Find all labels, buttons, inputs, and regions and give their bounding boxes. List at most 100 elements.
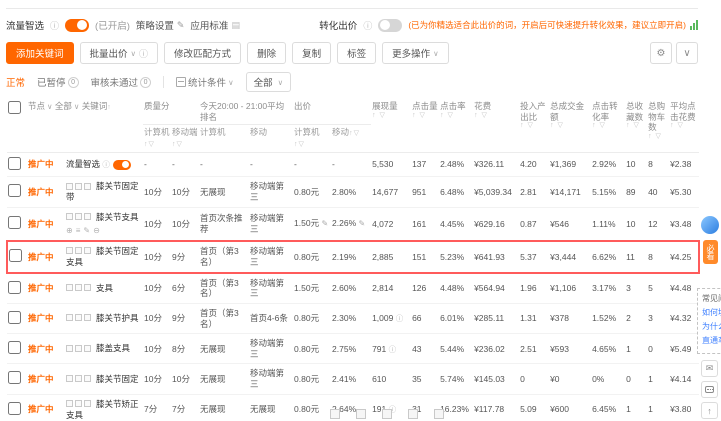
- cvr-value: 6.45%: [592, 404, 617, 415]
- scope-dropdown[interactable]: 全部 ∨: [55, 101, 80, 112]
- service-avatar[interactable]: [701, 216, 719, 234]
- bottom-bar-icon[interactable]: [382, 409, 392, 419]
- sort-filter-icon[interactable]: ↑▽: [349, 130, 360, 137]
- keyword-link[interactable]: 流量智选: [66, 159, 100, 169]
- info-icon: ⓘ: [102, 160, 110, 170]
- add-keyword-button[interactable]: 添加关键词: [6, 42, 74, 64]
- sort-filter-icon[interactable]: ↑ ▽: [670, 122, 698, 131]
- cvr-value: 0%: [592, 373, 605, 384]
- filter-tab-rejected[interactable]: 审核未通过 0: [91, 75, 152, 89]
- keyword-tool-icons[interactable]: [66, 246, 93, 257]
- keyword-tool-icons[interactable]: [66, 374, 93, 385]
- column-settings-button[interactable]: ⚙: [650, 42, 672, 64]
- sort-filter-icon[interactable]: ↑ ▽: [626, 122, 646, 131]
- row-checkbox[interactable]: [8, 371, 21, 385]
- row-checkbox[interactable]: [8, 280, 21, 294]
- delete-button[interactable]: 删除: [247, 42, 287, 64]
- back-to-top-button[interactable]: ↑: [701, 402, 718, 419]
- sort-filter-icon[interactable]: ↑ ▽: [592, 122, 624, 131]
- filter-tab-normal[interactable]: 正常: [6, 75, 25, 89]
- sort-filter-icon[interactable]: ↑ ▽: [648, 133, 668, 142]
- sort-filter-icon[interactable]: ↑ ▽: [372, 112, 410, 121]
- chevron-down-icon: ∨: [47, 101, 53, 111]
- sort-filter-icon[interactable]: ↑▽: [172, 141, 183, 148]
- bottom-bar-icon[interactable]: [330, 409, 340, 419]
- row-checkbox[interactable]: [8, 156, 21, 170]
- more-actions-button[interactable]: 更多操作 ∨: [382, 42, 449, 64]
- keyword-tool-icons[interactable]: [66, 313, 93, 324]
- scope-select[interactable]: 全部 ∨: [245, 72, 292, 92]
- fav-cell: 1: [625, 394, 648, 421]
- fav-cell: 0: [625, 363, 648, 395]
- help-link[interactable]: 如何埋设图片关键词？: [702, 307, 721, 318]
- sort-filter-icon[interactable]: ↑▽: [144, 141, 155, 148]
- count-badge: 0: [140, 76, 152, 88]
- fav-cell: 89: [625, 176, 648, 208]
- message-icon[interactable]: ✉: [701, 360, 718, 377]
- pencil-icon: ✎: [176, 19, 185, 30]
- sort-filter-icon[interactable]: ↑ ▽: [550, 122, 590, 131]
- chat-icon[interactable]: [701, 381, 718, 398]
- smart-flow-toggle[interactable]: [112, 159, 131, 170]
- row-checkbox[interactable]: [8, 216, 21, 230]
- sort-icon[interactable]: ↑: [107, 104, 112, 111]
- edit-bid-icon[interactable]: ✎: [321, 219, 328, 228]
- conversion-bid-tip: (已为你精选适合此出价的词，开启后可快速提升转化效果，建议立即开启): [408, 20, 686, 30]
- row-checkbox[interactable]: [9, 249, 22, 263]
- sort-filter-icon[interactable]: ↑ ▽: [520, 122, 548, 131]
- flow-smart-toggle[interactable]: [65, 18, 90, 32]
- sort-filter-icon[interactable]: ↑ ▽: [412, 112, 438, 121]
- rank_pc-cell: 首页（第3名）: [199, 272, 250, 304]
- keyword-action-icons[interactable]: ⊕≡✎⊖: [66, 226, 142, 236]
- keyword-tool-icons[interactable]: [66, 344, 93, 355]
- stat-condition-dropdown[interactable]: 统计条件 ∨: [176, 75, 234, 89]
- row-checkbox[interactable]: [8, 341, 21, 354]
- qs_pc-value: 10分: [144, 343, 162, 354]
- node-dropdown[interactable]: 节点 ∨: [28, 101, 53, 112]
- collapse-button[interactable]: ∨: [676, 42, 698, 64]
- help-link[interactable]: 直通车与超级推荐计划？: [702, 335, 721, 346]
- keyword-tool-icons[interactable]: [66, 212, 93, 223]
- tag-button[interactable]: 标签: [337, 42, 377, 64]
- row-checkbox[interactable]: [8, 310, 21, 324]
- keyword-link[interactable]: 膝关节支具: [96, 212, 139, 222]
- edit-icon[interactable]: ✎: [83, 226, 93, 235]
- sub-rank-mobile: 移动: [249, 124, 294, 153]
- modify-match-button[interactable]: 修改匹配方式: [164, 42, 242, 64]
- keyword-link[interactable]: 膝关节固定: [96, 374, 139, 384]
- strategy-settings-link[interactable]: 策略设置 ✎: [136, 18, 185, 33]
- apply-standard-link[interactable]: 应用标准 ▤: [190, 18, 240, 33]
- bottom-bar-icon[interactable]: [356, 409, 366, 419]
- keyword-tool-icons[interactable]: [66, 283, 93, 294]
- sort-filter-icon[interactable]: ↑ ▽: [440, 112, 472, 121]
- batch-bid-button[interactable]: 批量出价 ∨ ⓘ: [79, 42, 159, 64]
- remove-icon[interactable]: ⊖: [93, 226, 103, 235]
- keyword-tool-icons[interactable]: [66, 399, 93, 410]
- roi-cell: 5.37: [519, 240, 550, 274]
- status-badge: 推广中: [28, 283, 54, 293]
- sort-filter-icon[interactable]: ↑ ▽: [474, 112, 518, 121]
- sort-filter-icon[interactable]: ↑▽: [294, 141, 305, 148]
- row-checkbox[interactable]: [8, 184, 21, 198]
- cvr-cell: 0%: [591, 363, 626, 395]
- spend-cell: ¥629.16: [473, 207, 520, 242]
- edit-bid-icon[interactable]: ✎: [359, 219, 366, 228]
- filter-tab-paused[interactable]: 已暂停 0: [37, 75, 79, 89]
- must-read-badge[interactable]: 必看: [703, 240, 718, 264]
- bid_pc-cell: -: [293, 152, 332, 178]
- add-icon[interactable]: ⊕: [66, 226, 76, 235]
- keyword-link[interactable]: 支具: [96, 283, 113, 293]
- bottom-bar-icon[interactable]: [408, 409, 418, 419]
- cpc-value: ¥5.49: [670, 343, 692, 354]
- keyword-link[interactable]: 膝关节护具: [96, 313, 139, 323]
- conversion-bid-toggle[interactable]: [378, 18, 403, 32]
- copy-button[interactable]: 复制: [292, 42, 332, 64]
- keyword-tool-icons[interactable]: [66, 182, 93, 193]
- select-all-checkbox[interactable]: [8, 101, 21, 114]
- rank_pc-value: 首页（第3名）: [200, 277, 239, 299]
- help-link[interactable]: 为什么点击量超过日限额？: [702, 321, 721, 332]
- row-checkbox[interactable]: [8, 401, 21, 415]
- keyword-link[interactable]: 膝盖支具: [96, 343, 130, 353]
- bottom-bar-icon[interactable]: [434, 409, 444, 419]
- clicks-value: 161: [412, 218, 427, 229]
